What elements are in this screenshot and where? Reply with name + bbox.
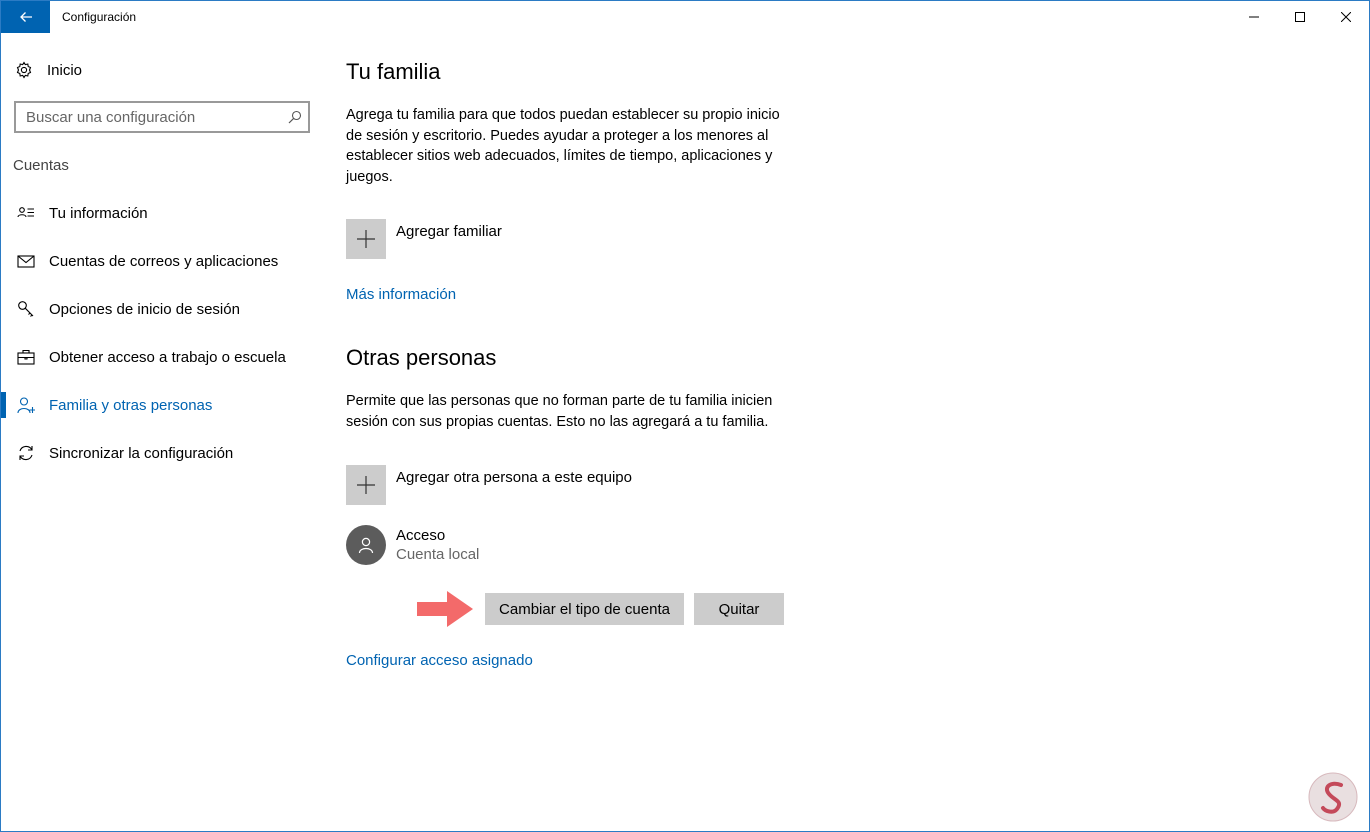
close-icon <box>1341 12 1351 22</box>
sidebar-item-email-accounts[interactable]: Cuentas de correos y aplicaciones <box>1 241 321 281</box>
search-icon[interactable] <box>288 110 302 124</box>
section-label-accounts: Cuentas <box>13 157 69 174</box>
back-arrow-icon <box>19 12 32 22</box>
user-account-row[interactable]: Acceso Cuenta local <box>346 525 479 569</box>
minimize-icon <box>1249 16 1259 18</box>
add-other-person-button[interactable]: Agregar otra persona a este equipo <box>346 465 632 505</box>
heading-other-people: Otras personas <box>346 345 497 370</box>
title-bar: Configuración <box>1 1 1369 33</box>
person-icon <box>358 537 374 554</box>
add-family-member-button[interactable]: Agregar familiar <box>346 219 502 259</box>
change-account-type-button[interactable]: Cambiar el tipo de cuenta <box>485 593 684 625</box>
nav-home[interactable]: Inicio <box>15 59 82 81</box>
plus-icon <box>357 476 375 494</box>
sidebar-item-sign-in-options[interactable]: Opciones de inicio de sesión <box>1 289 321 329</box>
sidebar-item-label: Obtener acceso a trabajo o escuela <box>49 348 286 366</box>
sidebar-item-your-info[interactable]: Tu información <box>1 193 321 233</box>
sidebar-item-family[interactable]: Familia y otras personas <box>1 385 321 425</box>
settings-window: Configuración Inicio Cuentas T <box>0 0 1370 832</box>
key-icon <box>18 301 34 317</box>
sidebar-item-label: Opciones de inicio de sesión <box>49 300 240 318</box>
gear-icon <box>16 61 32 79</box>
sidebar-item-label: Sincronizar la configuración <box>49 444 234 462</box>
user-account-type: Cuenta local <box>396 546 480 563</box>
family-description: Agrega tu familia para que todos puedan … <box>346 107 780 185</box>
contact-card-icon <box>17 207 34 218</box>
maximize-button[interactable] <box>1277 1 1323 33</box>
avatar <box>346 525 386 565</box>
back-button[interactable] <box>1 1 50 33</box>
search-input[interactable] <box>26 108 276 126</box>
window-title: Configuración <box>62 10 137 24</box>
sync-icon <box>19 445 33 461</box>
nav-home-label: Inicio <box>47 61 83 79</box>
add-family-plus-box <box>346 219 386 259</box>
add-other-plus-box <box>346 465 386 505</box>
sidebar-item-sync[interactable]: Sincronizar la configuración <box>1 433 321 473</box>
site-logo-watermark <box>1308 772 1358 822</box>
user-info: Acceso Cuenta local <box>396 527 479 569</box>
sidebar-item-work-school[interactable]: Obtener acceso a trabajo o escuela <box>1 337 321 377</box>
add-family-label: Agregar familiar <box>396 223 502 240</box>
plus-icon <box>357 230 375 248</box>
sidebar-item-label: Tu información <box>49 204 148 222</box>
sidebar-item-label: Familia y otras personas <box>49 396 213 414</box>
pointer-arrow-annotation <box>417 591 473 627</box>
minimize-button[interactable] <box>1231 1 1277 33</box>
search-box[interactable] <box>14 101 310 133</box>
mail-icon <box>17 255 35 268</box>
add-person-icon <box>17 397 35 414</box>
assigned-access-link[interactable]: Configurar acceso asignado <box>346 652 533 669</box>
user-name: Acceso <box>396 527 446 544</box>
sidebar-item-label: Cuentas de correos y aplicaciones <box>49 252 279 270</box>
heading-your-family: Tu familia <box>346 59 441 84</box>
maximize-icon <box>1295 12 1305 22</box>
close-button[interactable] <box>1323 1 1369 33</box>
others-description: Permite que las personas que no forman p… <box>346 393 773 430</box>
more-info-link[interactable]: Más información <box>346 286 456 303</box>
add-other-label: Agregar otra persona a este equipo <box>396 469 632 486</box>
remove-button[interactable]: Quitar <box>694 593 784 625</box>
briefcase-icon <box>17 349 35 365</box>
